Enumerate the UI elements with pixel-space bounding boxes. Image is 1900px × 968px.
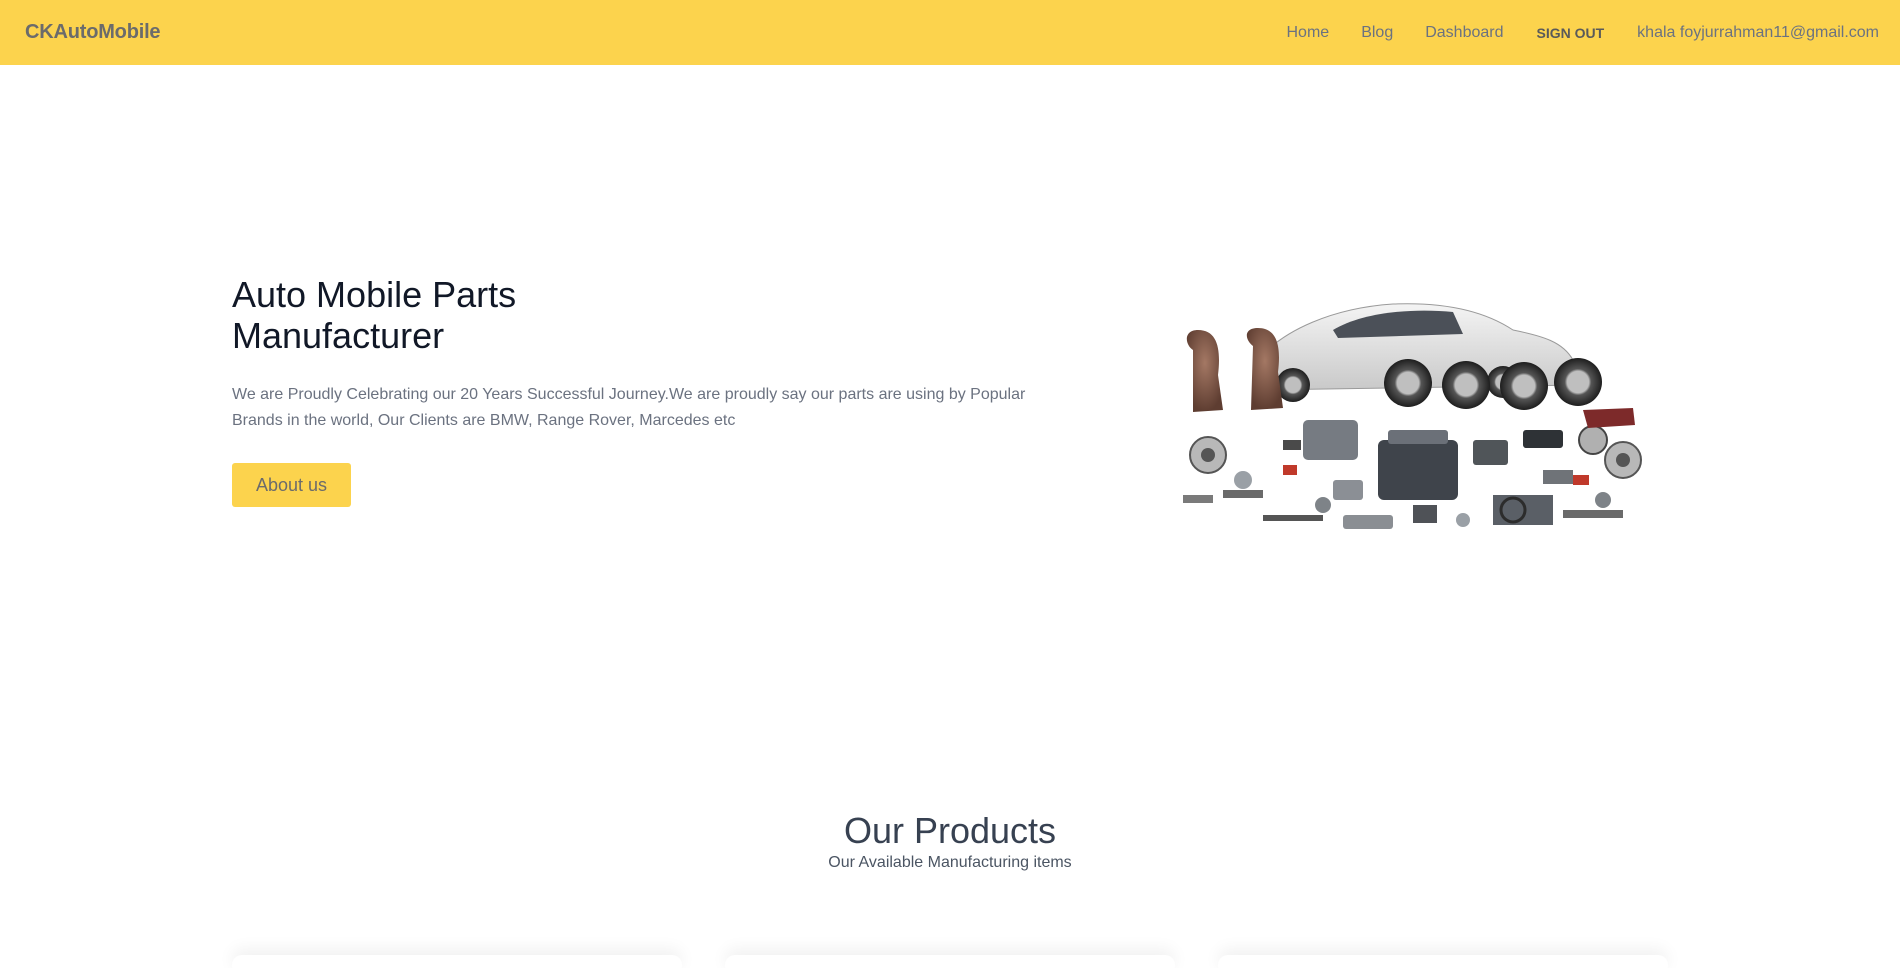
products-section-header: Our Products Our Available Manufacturing… (0, 808, 1900, 872)
hero-description: We are Proudly Celebrating our 20 Years … (232, 386, 1026, 429)
nav-link-blog[interactable]: Blog (1361, 24, 1393, 42)
about-us-button[interactable]: About us (232, 463, 351, 507)
products-title: Our Products (843, 810, 1057, 851)
hero-section: Auto Mobile Parts Manufacturer We are Pr… (232, 274, 1072, 507)
nav-link-dashboard[interactable]: Dashboard (1425, 24, 1503, 42)
brand-logo[interactable]: CKAutoMobile (25, 21, 161, 44)
product-card (725, 955, 1175, 968)
hero-title: Auto Mobile Parts Manufacturer (232, 274, 517, 356)
product-card (1218, 955, 1668, 968)
hero-car-parts-image (1163, 290, 1663, 560)
user-name-label: khala foyjurrahman11@gmail.com (1637, 23, 1879, 41)
product-card (232, 955, 682, 968)
sign-out-button[interactable]: SIGN OUT (1537, 25, 1605, 41)
top-navbar: CKAutoMobile Home Blog Dashboard SIGN OU… (0, 0, 1900, 65)
nav-links: Home Blog Dashboard SIGN OUT khala foyju… (1287, 24, 1880, 42)
nav-link-home[interactable]: Home (1287, 24, 1330, 42)
products-subtitle: Our Available Manufacturing items (828, 854, 1072, 871)
